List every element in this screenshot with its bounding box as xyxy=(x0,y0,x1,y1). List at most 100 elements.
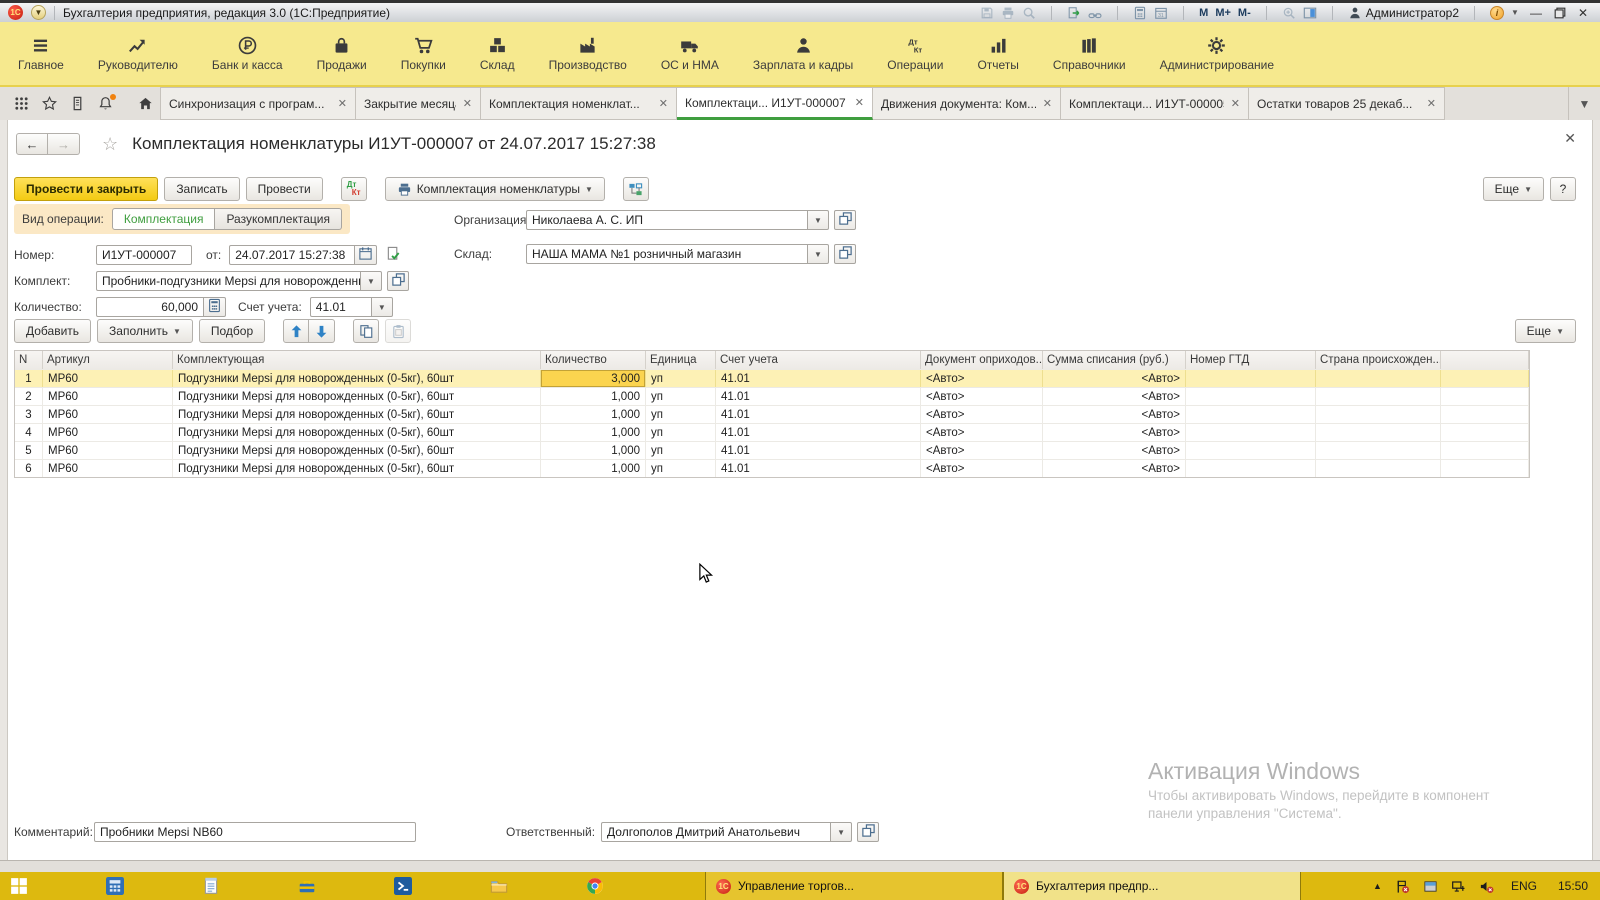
column-header[interactable]: Артикул xyxy=(43,351,173,369)
move-down-button[interactable] xyxy=(309,319,335,343)
keyboard-indicator-icon[interactable] xyxy=(1423,879,1438,894)
tab-close-icon[interactable]: ✕ xyxy=(855,96,864,109)
more-button[interactable]: Еще▼ xyxy=(1483,177,1544,201)
org-open-button[interactable] xyxy=(834,210,856,230)
cell-name[interactable]: Подгузники Mepsi для новорожденных (0-5к… xyxy=(173,460,541,477)
ribbon-item-bag[interactable]: Продажи xyxy=(317,35,367,72)
qty-calculator-button[interactable] xyxy=(204,297,226,317)
action-center-icon[interactable] xyxy=(1395,879,1410,894)
fill-button[interactable]: Заполнить▼ xyxy=(97,319,193,343)
notepad-icon[interactable] xyxy=(202,877,220,895)
cell-n[interactable]: 1 xyxy=(15,370,43,387)
table-row[interactable]: 2МР60Подгузники Mepsi для новорожденных … xyxy=(15,387,1529,405)
cell-sku[interactable]: МР60 xyxy=(43,460,173,477)
favorite-star-icon[interactable]: ☆ xyxy=(102,134,118,155)
column-header[interactable]: Номер ГТД xyxy=(1186,351,1316,369)
structure-button[interactable] xyxy=(623,177,649,201)
cell-blank[interactable] xyxy=(1441,406,1529,423)
cell-unit[interactable]: уп xyxy=(646,406,716,423)
write-button[interactable]: Записать xyxy=(164,177,239,201)
cell-doc_in[interactable]: <Авто> xyxy=(921,442,1043,459)
cell-account[interactable]: 41.01 xyxy=(716,442,921,459)
column-header[interactable]: Документ оприходов... xyxy=(921,351,1043,369)
table-row[interactable]: 5МР60Подгузники Mepsi для новорожденных … xyxy=(15,441,1529,459)
column-header[interactable]: Количество xyxy=(541,351,646,369)
cell-country[interactable] xyxy=(1316,442,1441,459)
operation-option-razukomplektacia[interactable]: Разукомплектация xyxy=(215,208,342,230)
responsible-input[interactable]: Долгополов Дмитрий Анатольевич xyxy=(601,822,831,842)
onec-logo-icon[interactable]: 1С xyxy=(8,5,23,20)
start-icon[interactable] xyxy=(10,877,28,895)
cell-writeoff[interactable]: <Авто> xyxy=(1043,460,1186,477)
minimize-button[interactable]: — xyxy=(1526,6,1546,20)
tab-close-icon[interactable]: ✕ xyxy=(338,97,347,110)
cell-n[interactable]: 3 xyxy=(15,406,43,423)
send-link-icon[interactable] xyxy=(1067,6,1081,20)
explorer-icon[interactable] xyxy=(490,877,508,895)
cell-qty[interactable]: 3,000 xyxy=(541,370,646,387)
column-header[interactable]: Сумма списания (руб.) xyxy=(1043,351,1186,369)
forward-button[interactable]: → xyxy=(48,133,80,155)
tab-close-icon[interactable]: ✕ xyxy=(463,97,472,110)
tabs-overflow-button[interactable]: ▼ xyxy=(1568,87,1600,120)
cell-sku[interactable]: МР60 xyxy=(43,442,173,459)
cell-doc_in[interactable]: <Авто> xyxy=(921,460,1043,477)
cell-doc_in[interactable]: <Авто> xyxy=(921,370,1043,387)
ribbon-item-dtkt[interactable]: ДтКтОперации xyxy=(887,35,943,72)
print-document-button[interactable]: Комплектация номенклатуры ▼ xyxy=(385,177,605,201)
tab-1[interactable]: Синхронизация с програм...✕ xyxy=(160,87,356,120)
tab-2[interactable]: Закрытие месяца✕ xyxy=(356,87,481,120)
edit-check-icon[interactable] xyxy=(382,245,404,265)
cell-unit[interactable]: уп xyxy=(646,424,716,441)
cell-gtd[interactable] xyxy=(1186,388,1316,405)
restore-button[interactable] xyxy=(1553,6,1567,20)
add-row-button[interactable]: Добавить xyxy=(14,319,91,343)
memory-minus-button[interactable]: M- xyxy=(1238,7,1251,19)
cell-qty[interactable]: 1,000 xyxy=(541,460,646,477)
save-icon[interactable] xyxy=(980,6,994,20)
move-up-button[interactable] xyxy=(283,319,309,343)
cell-account[interactable]: 41.01 xyxy=(716,388,921,405)
ribbon-item-menu[interactable]: Главное xyxy=(18,35,64,72)
column-header[interactable]: Комплектующая xyxy=(173,351,541,369)
cell-name[interactable]: Подгузники Mepsi для новорожденных (0-5к… xyxy=(173,406,541,423)
get-link-icon[interactable] xyxy=(1088,6,1102,20)
cell-blank[interactable] xyxy=(1441,370,1529,387)
table-row[interactable]: 1МР60Подгузники Mepsi для новорожденных … xyxy=(15,369,1529,387)
notifications-icon[interactable] xyxy=(98,96,113,111)
main-menu-button[interactable]: ▼ xyxy=(31,5,46,20)
language-indicator[interactable]: ENG xyxy=(1511,879,1537,893)
cell-account[interactable]: 41.01 xyxy=(716,460,921,477)
column-header[interactable]: Единица xyxy=(646,351,716,369)
chrome-icon[interactable] xyxy=(586,877,604,895)
back-button[interactable]: ← xyxy=(16,133,48,155)
cell-gtd[interactable] xyxy=(1186,460,1316,477)
ribbon-item-truck[interactable]: ОС и НМА xyxy=(661,35,719,72)
cell-writeoff[interactable]: <Авто> xyxy=(1043,388,1186,405)
cell-doc_in[interactable]: <Авто> xyxy=(921,424,1043,441)
tray-expand-icon[interactable]: ▲ xyxy=(1373,881,1382,891)
cell-account[interactable]: 41.01 xyxy=(716,406,921,423)
copy-rows-button[interactable] xyxy=(353,319,379,343)
account-input[interactable]: 41.01 xyxy=(310,297,372,317)
ribbon-item-person[interactable]: Зарплата и кадры xyxy=(753,35,853,72)
cell-n[interactable]: 2 xyxy=(15,388,43,405)
kit-dropdown-button[interactable]: ▼ xyxy=(361,271,382,291)
ribbon-item-ruble[interactable]: Банк и касса xyxy=(212,35,283,72)
cell-n[interactable]: 4 xyxy=(15,424,43,441)
tab-close-icon[interactable]: ✕ xyxy=(1043,97,1052,110)
cell-name[interactable]: Подгузники Mepsi для новорожденных (0-5к… xyxy=(173,388,541,405)
cell-blank[interactable] xyxy=(1441,460,1529,477)
cell-writeoff[interactable]: <Авто> xyxy=(1043,406,1186,423)
table-row[interactable]: 6МР60Подгузники Mepsi для новорожденных … xyxy=(15,459,1529,477)
ribbon-item-chart[interactable]: Отчеты xyxy=(977,35,1018,72)
kit-open-button[interactable] xyxy=(387,271,409,291)
cell-blank[interactable] xyxy=(1441,442,1529,459)
cell-country[interactable] xyxy=(1316,388,1441,405)
pick-button[interactable]: Подбор xyxy=(199,319,265,343)
kit-input[interactable]: Пробники-подгузники Mepsi для новорожден… xyxy=(96,271,361,291)
apps-menu-icon[interactable] xyxy=(14,96,29,111)
calculator-icon[interactable] xyxy=(1133,6,1147,20)
cell-doc_in[interactable]: <Авто> xyxy=(921,388,1043,405)
cell-sku[interactable]: МР60 xyxy=(43,424,173,441)
